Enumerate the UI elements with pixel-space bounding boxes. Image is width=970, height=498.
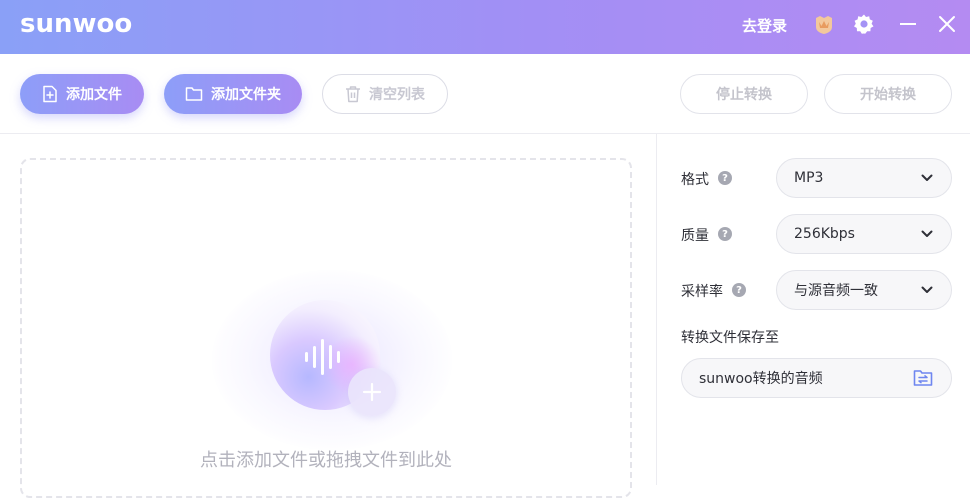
start-convert-label: 开始转换	[860, 87, 916, 103]
start-convert-button[interactable]: 开始转换	[824, 74, 952, 114]
add-file-icon	[43, 85, 57, 103]
samplerate-value: 与源音频一致	[794, 283, 878, 299]
drop-hint-text: 点击添加文件或拖拽文件到此处	[200, 450, 452, 471]
stop-convert-button[interactable]: 停止转换	[680, 74, 808, 114]
login-link[interactable]: 去登录	[742, 15, 787, 36]
add-plus-icon[interactable]	[348, 368, 396, 416]
clear-list-button[interactable]: 清空列表	[322, 74, 448, 114]
chevron-down-icon	[921, 286, 933, 293]
quality-select[interactable]: 256Kbps	[776, 214, 952, 254]
add-folder-button[interactable]: 添加文件夹	[164, 74, 302, 114]
help-icon[interactable]: ?	[718, 227, 732, 241]
quality-value: 256Kbps	[794, 226, 855, 242]
save-path-value: sunwoo转换的音频	[699, 371, 823, 387]
add-file-label: 添加文件	[66, 87, 122, 103]
trash-icon	[346, 86, 360, 103]
panel-divider	[656, 134, 657, 485]
title-bar: sunwoo 去登录	[0, 0, 970, 54]
samplerate-select[interactable]: 与源音频一致	[776, 270, 952, 310]
gear-icon[interactable]	[853, 13, 875, 35]
close-icon[interactable]	[937, 13, 957, 35]
format-select[interactable]: MP3	[776, 158, 952, 198]
save-location-label: 转换文件保存至	[681, 330, 779, 346]
add-file-button[interactable]: 添加文件	[20, 74, 144, 114]
save-path-field[interactable]: sunwoo转换的音频	[681, 358, 952, 398]
quality-label: 质量	[681, 228, 709, 244]
format-value: MP3	[794, 170, 824, 186]
stop-convert-label: 停止转换	[716, 87, 772, 103]
vip-crown-icon[interactable]	[813, 13, 835, 35]
help-icon[interactable]: ?	[732, 283, 746, 297]
file-drop-zone[interactable]: 点击添加文件或拖拽文件到此处	[20, 158, 632, 498]
clear-list-label: 清空列表	[369, 87, 425, 103]
chevron-down-icon	[921, 174, 933, 181]
folder-swap-icon[interactable]	[913, 369, 933, 387]
app-logo: sunwoo	[20, 9, 133, 39]
minimize-icon[interactable]	[898, 13, 918, 35]
add-folder-label: 添加文件夹	[211, 87, 281, 103]
format-label: 格式	[681, 172, 709, 188]
toolbar: 添加文件 添加文件夹 清空列表 停止转换 开始转换	[0, 54, 970, 134]
help-icon[interactable]: ?	[718, 171, 732, 185]
audio-wave-icon	[305, 339, 340, 375]
samplerate-label: 采样率	[681, 284, 723, 300]
folder-icon	[185, 87, 203, 101]
chevron-down-icon	[921, 230, 933, 237]
